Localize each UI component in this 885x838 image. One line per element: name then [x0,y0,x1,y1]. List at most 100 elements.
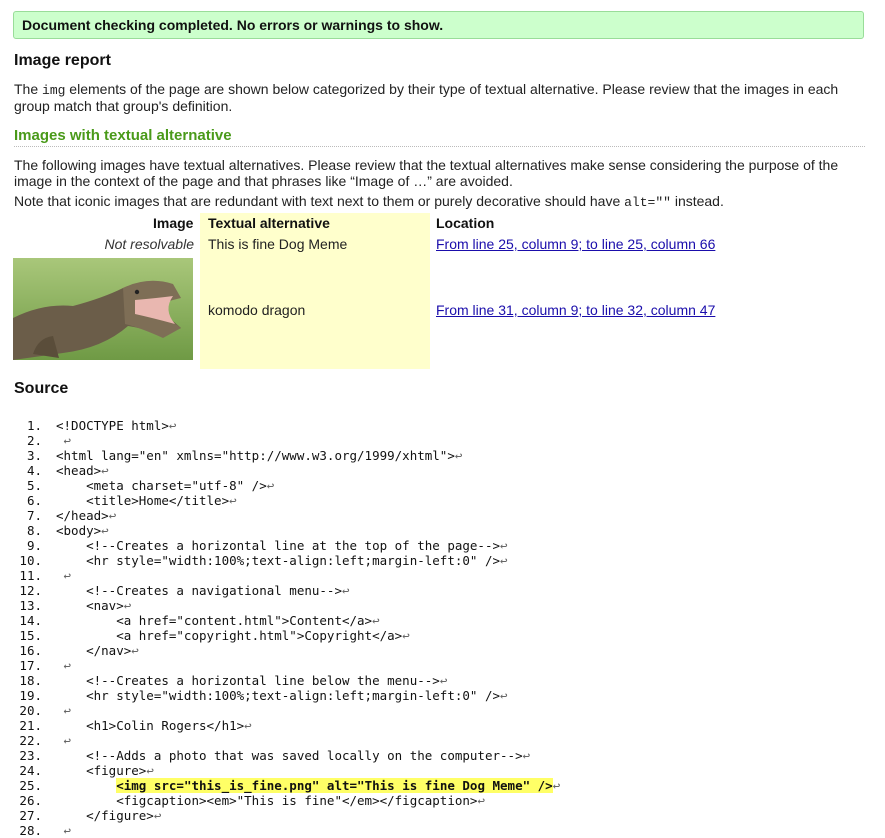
return-icon: ↩ [552,778,561,793]
source-line: 14. <a href="content.html">Content</a>↩ [0,613,885,628]
image-report-title: Image report [14,52,111,69]
return-icon: ↩ [372,613,380,628]
return-icon: ↩ [244,718,252,733]
line-text: <!--Creates a navigational menu--> [56,583,342,598]
return-icon: ↩ [56,823,72,838]
source-line: 12. <!--Creates a navigational menu-->↩ [0,583,885,598]
source-line: 25. <img src="this_is_fine.png" alt="Thi… [0,778,885,793]
line-text: </nav> [56,643,132,658]
return-icon: ↩ [56,568,72,583]
source-line: 1. <!DOCTYPE html>↩ [0,418,885,433]
line-number: 19. [19,688,42,703]
section-note: Note that iconic images that are redunda… [14,193,859,210]
line-number: 17. [19,658,42,673]
line-text: <hr style="width:100%;text-align:left;ma… [56,553,501,568]
source-line: 28. ↩ [0,823,885,838]
return-icon: ↩ [522,748,531,763]
intro-text: elements of the page are shown below cat… [14,81,839,114]
note-text: Note that iconic images that are redunda… [14,193,625,209]
line-number: 11. [19,568,42,583]
line-text: <!--Creates a horizontal line below the … [56,673,440,688]
line-number: 26. [19,793,42,808]
line-number: 8. [26,523,42,538]
source-line: 24. <figure>↩ [0,763,885,778]
line-text: <head> [56,463,102,478]
section-description: The following images have textual altern… [14,157,839,189]
line-text: <h1>Colin Rogers</h1> [56,718,245,733]
line-text: <a href="copyright.html">Copyright</a> [56,628,403,643]
return-icon: ↩ [153,808,162,823]
intro-code: img [42,83,66,98]
line-text: </figure> [56,808,154,823]
source-code-listing: 1. <!DOCTYPE html>↩ 2. ↩ 3. <html lang="en" … [0,418,885,838]
line-text: <title>Home</title> [56,493,230,508]
image-not-resolvable: Not resolvable [104,236,195,252]
line-text [42,658,56,673]
header-textual-alternative: Textual alternative [208,215,330,231]
line-number: 7. [26,508,42,523]
return-icon: ↩ [101,463,109,478]
line-text: <figcaption><em>"This is fine"</em></fig… [56,793,478,808]
return-icon: ↩ [266,478,275,493]
line-number: 25. [19,778,42,793]
line-text [42,703,56,718]
source-line: 8. <body>↩ [0,523,885,538]
line-text [42,568,56,583]
line-text: <body> [56,523,102,538]
note-text: instead. [670,193,724,209]
note-code: alt="" [624,195,671,210]
source-line: 18. <!--Creates a horizontal line below … [0,673,885,688]
line-number: 14. [19,613,42,628]
return-icon: ↩ [168,418,177,433]
source-title: Source [14,380,69,397]
return-icon: ↩ [131,643,139,658]
line-text [42,433,56,448]
status-message: Document checking completed. No errors o… [13,11,864,39]
line-text: <!DOCTYPE html> [56,418,169,433]
line-number: 13. [19,598,42,613]
return-icon: ↩ [500,538,508,553]
komodo-dragon-photo [13,258,193,360]
line-text: <html lang="en" xmlns="http://www.w3.org… [56,448,455,463]
source-line: 26. <figcaption><em>"This is fine"</em><… [0,793,885,808]
return-icon: ↩ [229,493,237,508]
source-line: 13. <nav>↩ [0,598,885,613]
source-line: 10. <hr style="width:100%;text-align:lef… [0,553,885,568]
line-text: <a href="content.html">Content</a> [56,613,373,628]
line-number: 20. [19,703,42,718]
location-link-row-1[interactable]: From line 25, column 9; to line 25, colu… [436,236,715,252]
line-text: <!--Creates a horizontal line at the top… [56,538,501,553]
return-icon: ↩ [56,733,72,748]
line-number: 1. [26,418,42,433]
location-link-row-2[interactable]: From line 31, column 9; to line 32, colu… [436,302,715,318]
line-text: <nav> [56,598,124,613]
line-number: 10. [19,553,42,568]
source-line: 5. <meta charset="utf-8" />↩ [0,478,885,493]
source-line: 27. </figure>↩ [0,808,885,823]
line-number: 24. [19,763,42,778]
image-report-intro: The img elements of the page are shown b… [14,81,854,114]
line-text [42,823,56,838]
section-title: Images with textual alternative [14,127,865,147]
source-line: 17. ↩ [0,658,885,673]
line-number: 22. [19,733,42,748]
return-icon: ↩ [108,508,117,523]
return-icon: ↩ [500,553,508,568]
line-number: 9. [26,538,42,553]
source-line: 7. </head>↩ [0,508,885,523]
line-number: 12. [19,583,42,598]
return-icon: ↩ [56,433,72,448]
intro-text: The [14,81,43,97]
line-number: 4. [26,463,42,478]
source-line: 15. <a href="copyright.html">Copyright</… [0,628,885,643]
source-line: 16. </nav>↩ [0,643,885,658]
header-location: Location [436,215,495,231]
return-icon: ↩ [500,688,508,703]
line-number: 2. [26,433,42,448]
return-icon: ↩ [146,763,154,778]
line-text: <hr style="width:100%;text-align:left;ma… [56,688,501,703]
header-image: Image [153,215,194,231]
line-number: 28. [19,823,42,838]
line-number: 21. [19,718,42,733]
line-number: 27. [19,808,42,823]
